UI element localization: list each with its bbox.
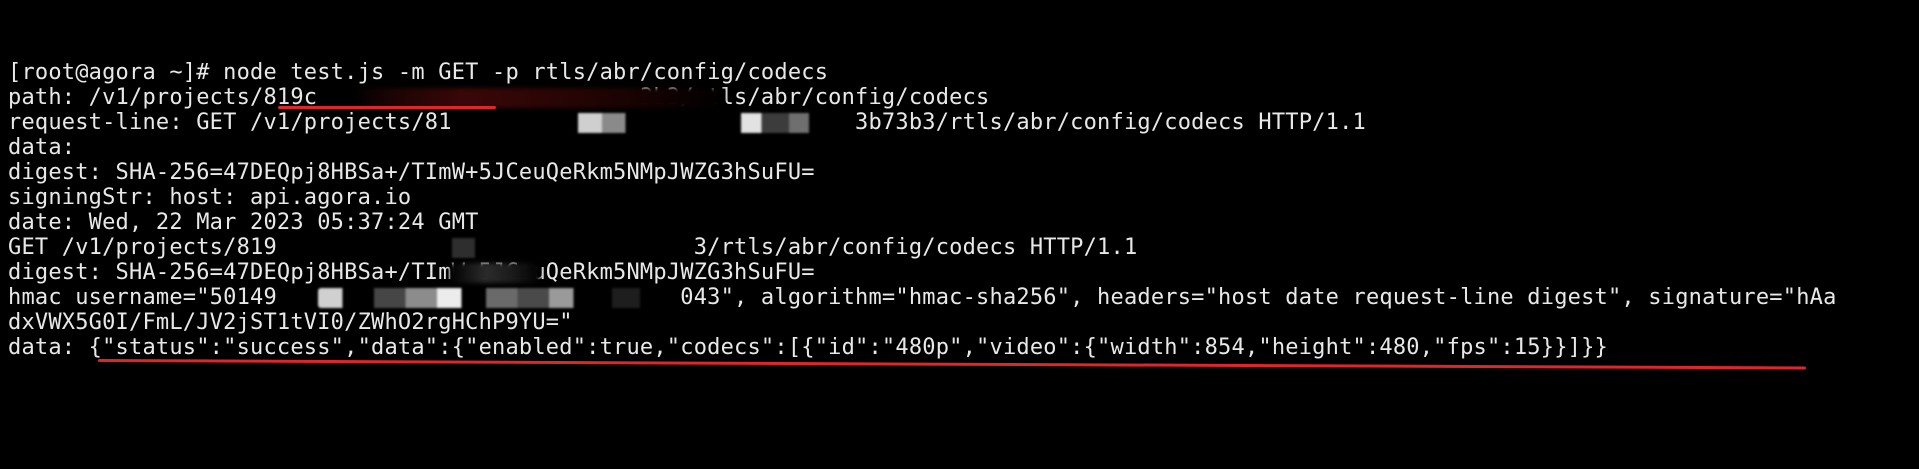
redaction-pixelated (450, 263, 540, 283)
redaction-blur (352, 88, 724, 108)
redaction-pixelated (300, 238, 680, 258)
annotation-underline-path (278, 106, 496, 109)
redaction-pixelated (510, 113, 850, 133)
terminal-window[interactable]: [root@agora ~]# node test.js -m GET -p r… (0, 0, 1919, 469)
output-line-data-response: data: {"status":"success","data":{"enabl… (8, 335, 1608, 360)
redaction-pixelated (318, 288, 668, 308)
